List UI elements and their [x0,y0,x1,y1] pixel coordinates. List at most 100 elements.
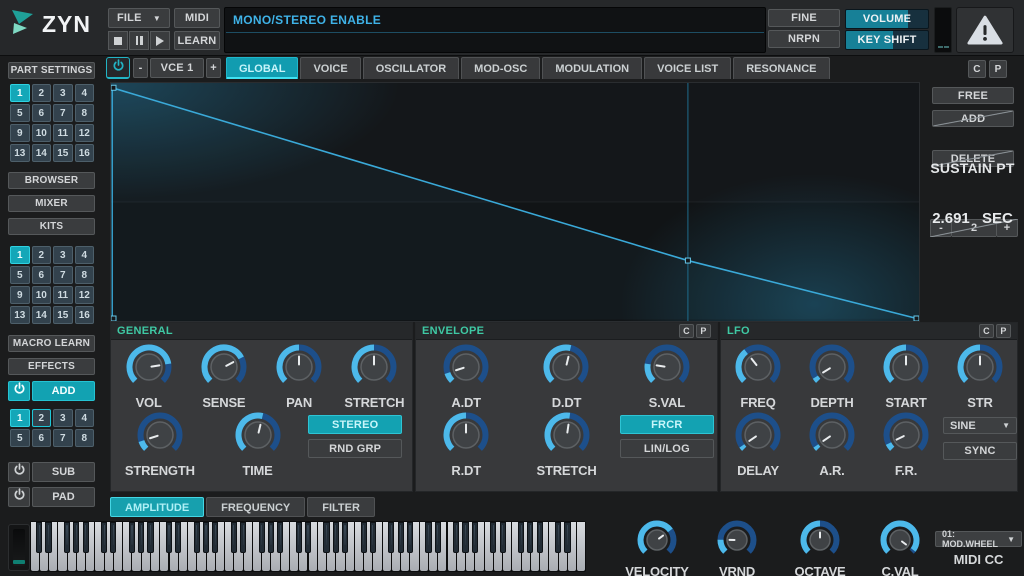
kit-select-1[interactable]: 1 [10,246,30,264]
c-val-knob[interactable] [880,520,920,565]
a-dt-knob[interactable] [443,344,489,395]
voice-select-2[interactable]: 2 [32,409,52,427]
piano-key-black[interactable] [277,522,283,553]
piano-key-black[interactable] [175,522,181,553]
stereo-button[interactable]: STEREO [308,415,402,434]
piano-key-black[interactable] [231,522,237,553]
part-select-4[interactable]: 4 [75,84,95,102]
kit-select-8[interactable]: 8 [75,266,95,284]
s-val-knob[interactable] [644,344,690,395]
tab-global[interactable]: GLOBAL [226,57,298,79]
kit-select-15[interactable]: 15 [53,306,73,324]
tab-amplitude[interactable]: AMPLITUDE [110,497,204,517]
stretch-knob[interactable] [351,344,397,395]
freq-knob[interactable] [735,344,781,395]
lfo-paste-button[interactable]: P [996,324,1011,338]
piano-key-black[interactable] [259,522,265,553]
a-r-knob[interactable] [809,412,855,463]
master-volume-slider[interactable]: VOLUME [845,9,929,29]
piano-key-black[interactable] [129,522,135,553]
piano-key-black[interactable] [212,522,218,553]
voice-select-7[interactable]: 7 [53,429,73,447]
kit-select-3[interactable]: 3 [53,246,73,264]
depth-knob[interactable] [809,344,855,395]
stretch-knob[interactable] [544,412,590,463]
tab-filter[interactable]: FILTER [307,497,375,517]
kit-select-11[interactable]: 11 [53,286,73,304]
lfo-copy-button[interactable]: C [979,324,994,338]
str-knob[interactable] [957,344,1003,395]
pan-knob[interactable] [276,344,322,395]
piano-key-black[interactable] [203,522,209,553]
envelope-copy-button[interactable]: C [679,324,694,338]
browser-button[interactable]: BROWSER [8,172,95,189]
midi-button[interactable]: MIDI [174,8,220,28]
kit-select-4[interactable]: 4 [75,246,95,264]
add-power-button[interactable] [8,381,30,401]
piano-key-black[interactable] [194,522,200,553]
piano-key-black[interactable] [166,522,172,553]
kit-select-2[interactable]: 2 [32,246,52,264]
learn-button[interactable]: LEARN [174,31,220,50]
sub-engine-button[interactable]: SUB [32,462,95,482]
velocity-knob[interactable] [637,520,677,565]
r-dt-knob[interactable] [443,412,489,463]
frcr-button[interactable]: FRCR [620,415,714,434]
part-select-8[interactable]: 8 [75,104,95,122]
envelope-graph[interactable] [110,82,920,322]
lin-log-button[interactable]: LIN/LOG [620,439,714,458]
part-select-6[interactable]: 6 [32,104,52,122]
part-select-13[interactable]: 13 [10,144,30,162]
part-select-7[interactable]: 7 [53,104,73,122]
tab-oscillator[interactable]: OSCILLATOR [363,57,459,79]
voice-plus-button[interactable]: + [206,58,221,78]
piano-key-black[interactable] [453,522,459,553]
piano-key-black[interactable] [305,522,311,553]
tab-voice-list[interactable]: VOICE LIST [644,57,731,79]
tab-frequency[interactable]: FREQUENCY [206,497,305,517]
piano-key-black[interactable] [323,522,329,553]
start-knob[interactable] [883,344,929,395]
kit-select-9[interactable]: 9 [10,286,30,304]
piano-key-black[interactable] [435,522,441,553]
file-menu-button[interactable]: FILE ▼ [108,8,170,28]
kit-select-7[interactable]: 7 [53,266,73,284]
piano-key-black[interactable] [462,522,468,553]
stop-button[interactable] [108,31,128,50]
macro-learn-button[interactable]: MACRO LEARN [8,335,95,352]
piano-key-black[interactable] [388,522,394,553]
voice-power-button[interactable] [106,57,130,79]
part-select-10[interactable]: 10 [32,124,52,142]
piano-key-black[interactable] [472,522,478,553]
part-select-9[interactable]: 9 [10,124,30,142]
pause-button[interactable] [129,31,149,50]
piano-key-black[interactable] [296,522,302,553]
nrpn-button[interactable]: NRPN [768,30,840,48]
part-select-1[interactable]: 1 [10,84,30,102]
paste-button[interactable]: P [989,60,1007,78]
piano-key-black[interactable] [101,522,107,553]
piano-key-black[interactable] [36,522,42,553]
piano-key-black[interactable] [425,522,431,553]
strength-knob[interactable] [137,412,183,463]
key-shift-slider[interactable]: KEY SHIFT [845,30,929,50]
voice-select-5[interactable]: 5 [10,429,30,447]
warning-button[interactable] [956,7,1014,53]
pad-power-button[interactable] [8,487,30,507]
piano-key-black[interactable] [73,522,79,553]
piano-key-black[interactable] [342,522,348,553]
part-select-14[interactable]: 14 [32,144,52,162]
piano-key-black[interactable] [240,522,246,553]
tab-voice[interactable]: VOICE [300,57,360,79]
f-r-knob[interactable] [883,412,929,463]
piano-key-black[interactable] [83,522,89,553]
sense-knob[interactable] [201,344,247,395]
piano-key-black[interactable] [500,522,506,553]
piano-key-black[interactable] [110,522,116,553]
add-engine-button[interactable]: ADD [32,381,95,401]
vol-knob[interactable] [126,344,172,395]
piano-key-black[interactable] [361,522,367,553]
part-select-15[interactable]: 15 [53,144,73,162]
tab-resonance[interactable]: RESONANCE [733,57,829,79]
part-select-12[interactable]: 12 [75,124,95,142]
